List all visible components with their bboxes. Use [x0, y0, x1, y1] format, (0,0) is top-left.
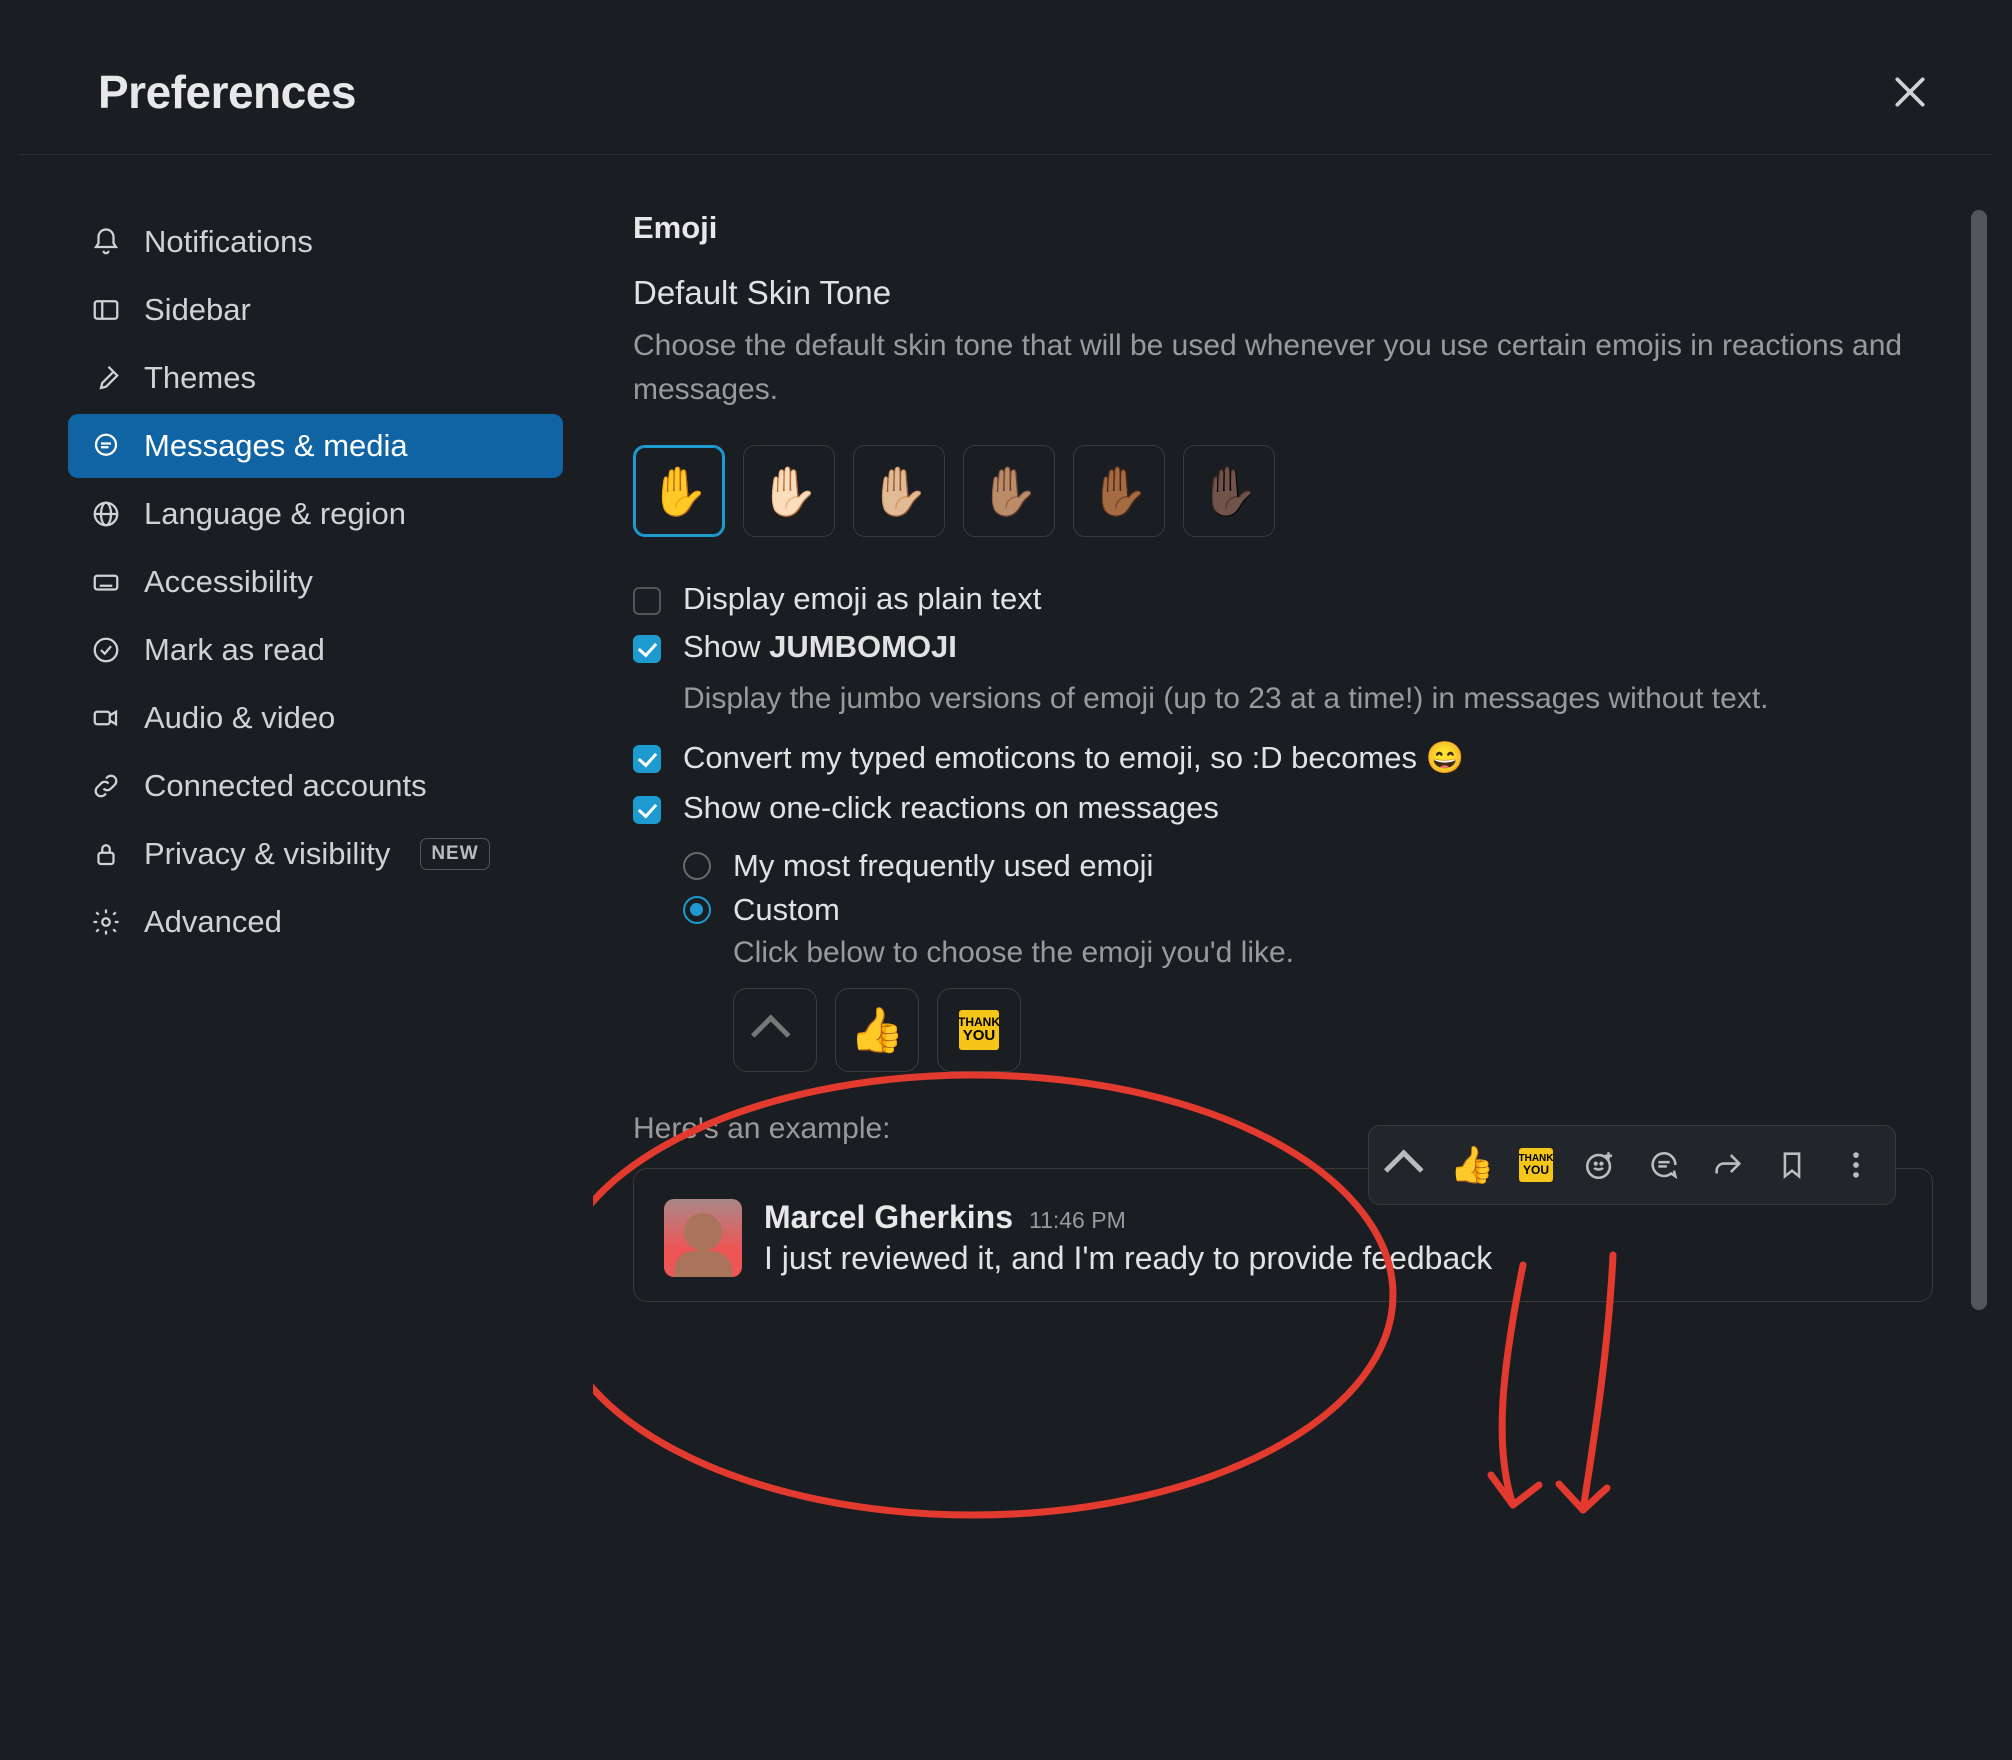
sidebar-item-audio-video[interactable]: Audio & video — [68, 686, 563, 750]
sidebar-item-label: Notifications — [144, 224, 313, 260]
toolbar-chevron[interactable] — [1379, 1136, 1437, 1194]
checkbox-oneclick[interactable] — [633, 796, 661, 824]
close-icon — [1891, 73, 1929, 111]
avatar — [664, 1199, 742, 1277]
radio-custom[interactable]: Custom — [683, 892, 1933, 928]
sidebar-item-notifications[interactable]: Notifications — [68, 210, 563, 274]
skin-tone-options: ✋ ✋🏻 ✋🏼 ✋🏽 ✋🏾 ✋🏿 — [633, 445, 1933, 537]
preferences-dialog: Preferences Notifications Sidebar — [18, 10, 1993, 1750]
sidebar-item-label: Advanced — [144, 904, 282, 940]
skin-tone-heading: Default Skin Tone — [633, 274, 1933, 312]
skin-tone-1[interactable]: ✋ — [633, 445, 725, 537]
message-icon — [90, 430, 122, 462]
message-body: Marcel Gherkins 11:46 PM I just reviewed… — [764, 1199, 1902, 1277]
toolbar-thread[interactable] — [1635, 1136, 1693, 1194]
custom-emoji-choices: 👍 THANKYOU — [733, 988, 1933, 1072]
link-icon — [90, 770, 122, 802]
skin-tone-6[interactable]: ✋🏿 — [1183, 445, 1275, 537]
message-author: Marcel Gherkins — [764, 1199, 1013, 1236]
opt-plain-text[interactable]: Display emoji as plain text — [633, 581, 1933, 617]
emoji-choice-1[interactable] — [733, 988, 817, 1072]
section-emoji-heading: Emoji — [633, 210, 1933, 246]
checkbox-convert[interactable] — [633, 745, 661, 773]
opt-oneclick-reactions[interactable]: Show one-click reactions on messages — [633, 790, 1933, 826]
scrollbar-thumb[interactable] — [1971, 210, 1987, 1310]
thank-you-icon: THANKYOU — [959, 1010, 999, 1050]
sidebar-item-label: Themes — [144, 360, 256, 396]
bell-icon — [90, 226, 122, 258]
sidebar-item-label: Sidebar — [144, 292, 251, 328]
sidebar-item-label: Connected accounts — [144, 768, 427, 804]
label-jumbomoji: Show JUMBOMOJI — [683, 629, 957, 665]
label-convert: Convert my typed emoticons to emoji, so … — [683, 739, 1464, 776]
radio-input-custom[interactable] — [683, 896, 711, 924]
more-icon — [1839, 1148, 1873, 1182]
panel-icon — [90, 294, 122, 326]
message-text: I just reviewed it, and I'm ready to pro… — [764, 1240, 1902, 1277]
preferences-content: Emoji Default Skin Tone Choose the defau… — [593, 155, 1993, 1745]
sidebar-item-mark-as-read[interactable]: Mark as read — [68, 618, 563, 682]
share-icon — [1711, 1148, 1745, 1182]
keyboard-icon — [90, 566, 122, 598]
toolbar-more[interactable] — [1827, 1136, 1885, 1194]
globe-icon — [90, 498, 122, 530]
sidebar-item-connected-accounts[interactable]: Connected accounts — [68, 754, 563, 818]
sidebar-item-themes[interactable]: Themes — [68, 346, 563, 410]
skin-tone-3[interactable]: ✋🏼 — [853, 445, 945, 537]
label-oneclick: Show one-click reactions on messages — [683, 790, 1219, 826]
dialog-header: Preferences — [18, 10, 1993, 155]
toolbar-bookmark[interactable] — [1763, 1136, 1821, 1194]
message-time: 11:46 PM — [1029, 1207, 1126, 1234]
radio-label-frequent: My most frequently used emoji — [733, 848, 1153, 884]
sidebar-item-messages-media[interactable]: Messages & media — [68, 414, 563, 478]
video-icon — [90, 702, 122, 734]
lock-icon — [90, 838, 122, 870]
toolbar-thankyou[interactable]: THANKYOU — [1507, 1136, 1565, 1194]
skin-tone-4[interactable]: ✋🏽 — [963, 445, 1055, 537]
radio-most-frequent[interactable]: My most frequently used emoji — [683, 848, 1933, 884]
sidebar-item-advanced[interactable]: Advanced — [68, 890, 563, 954]
sidebar-item-privacy-visibility[interactable]: Privacy & visibility NEW — [68, 822, 563, 886]
new-badge: NEW — [420, 838, 489, 870]
sidebar-item-language-region[interactable]: Language & region — [68, 482, 563, 546]
emoji-choice-3[interactable]: THANKYOU — [937, 988, 1021, 1072]
sidebar-item-label: Messages & media — [144, 428, 408, 464]
opt-convert-emoticons[interactable]: Convert my typed emoticons to emoji, so … — [633, 739, 1933, 776]
close-button[interactable] — [1887, 69, 1933, 115]
skin-tone-5[interactable]: ✋🏾 — [1073, 445, 1165, 537]
sidebar-item-label: Language & region — [144, 496, 406, 532]
brush-icon — [90, 362, 122, 394]
desc-jumbomoji: Display the jumbo versions of emoji (up … — [683, 677, 1933, 721]
toolbar-thumbs-up[interactable]: 👍 — [1443, 1136, 1501, 1194]
sidebar-item-accessibility[interactable]: Accessibility — [68, 550, 563, 614]
thread-icon — [1647, 1148, 1681, 1182]
skin-tone-2[interactable]: ✋🏻 — [743, 445, 835, 537]
toolbar-share[interactable] — [1699, 1136, 1757, 1194]
smile-plus-icon — [1583, 1148, 1617, 1182]
gear-icon — [90, 906, 122, 938]
radio-input-frequent[interactable] — [683, 852, 711, 880]
bookmark-icon — [1775, 1148, 1809, 1182]
radio-label-custom: Custom — [733, 892, 840, 928]
example-message: 👍 THANKYOU — [633, 1168, 1933, 1302]
chevron-up-icon — [751, 1014, 791, 1054]
sidebar-item-label: Mark as read — [144, 632, 325, 668]
sidebar-item-label: Accessibility — [144, 564, 313, 600]
checkbox-jumbomoji[interactable] — [633, 635, 661, 663]
check-circle-icon — [90, 634, 122, 666]
label-plain-text: Display emoji as plain text — [683, 581, 1041, 617]
skin-tone-help: Choose the default skin tone that will b… — [633, 324, 1933, 411]
sidebar-item-label: Privacy & visibility — [144, 836, 390, 872]
emoji-choice-2[interactable]: 👍 — [835, 988, 919, 1072]
dialog-title: Preferences — [98, 65, 356, 119]
message-hover-toolbar: 👍 THANKYOU — [1368, 1125, 1896, 1205]
sidebar-item-label: Audio & video — [144, 700, 335, 736]
checkbox-plain-text[interactable] — [633, 587, 661, 615]
preferences-sidebar: Notifications Sidebar Themes Messages & … — [18, 155, 593, 1745]
opt-jumbomoji[interactable]: Show JUMBOMOJI — [633, 629, 1933, 665]
custom-help: Click below to choose the emoji you'd li… — [733, 936, 1933, 970]
sidebar-item-sidebar[interactable]: Sidebar — [68, 278, 563, 342]
toolbar-add-reaction[interactable] — [1571, 1136, 1629, 1194]
